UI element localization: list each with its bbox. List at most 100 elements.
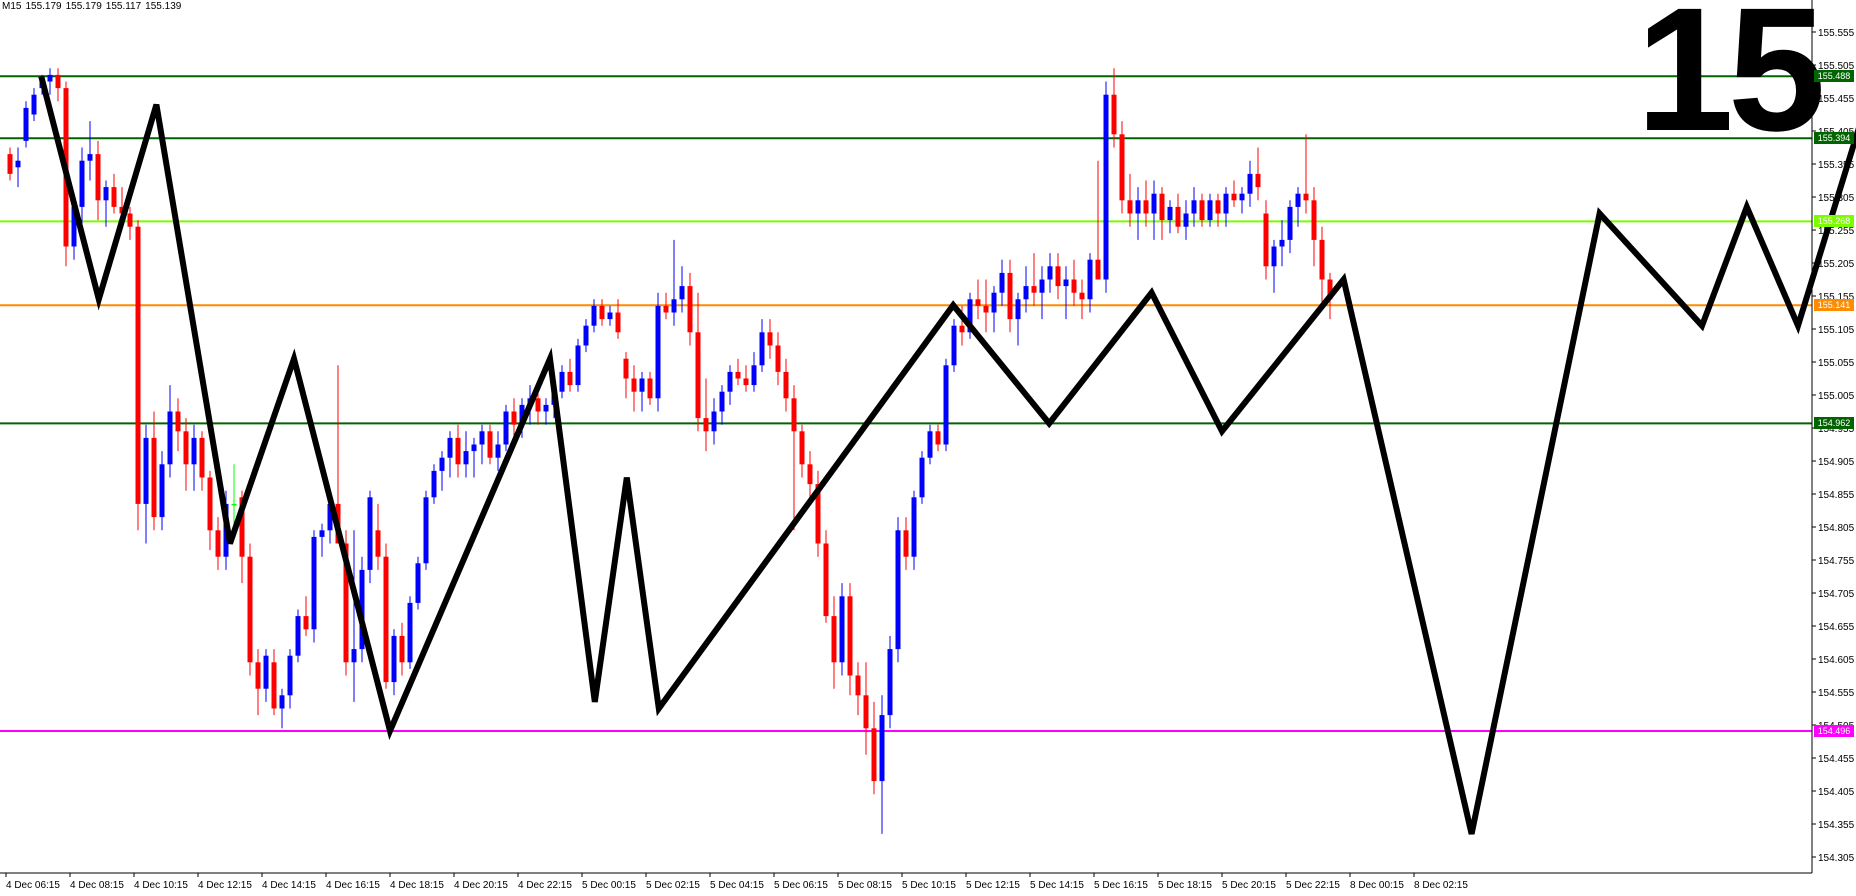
ohlc-high: 155.179 [65,1,102,12]
candle-body [1087,259,1093,300]
candle-body [15,160,21,168]
time-tick-label: 4 Dec 10:15 [134,880,188,891]
chart-window[interactable]: 155.555155.505155.455155.405155.355155.3… [0,0,1856,896]
candle-body [311,536,317,630]
candle-body [1215,200,1221,214]
candle-body [1135,200,1141,214]
price-tick-label: 155.355 [1818,160,1855,171]
time-tick-label: 5 Dec 04:15 [710,880,764,891]
candle-body [191,437,197,465]
candle-body [535,398,541,412]
candle-body [911,497,917,557]
candle-body [1111,94,1117,135]
time-tick-label: 4 Dec 14:15 [262,880,316,891]
candle-body [431,470,437,498]
time-tick-label: 8 Dec 02:15 [1414,880,1468,891]
candle-body [1071,279,1077,293]
candle-body [895,530,901,650]
candle-body [463,451,469,465]
candle-body [615,312,621,333]
candle-body [1287,206,1293,240]
time-tick-label: 4 Dec 06:15 [6,880,60,891]
candle-body [455,437,461,465]
ohlc-open: 155.179 [25,1,62,12]
candle-body [663,305,669,313]
candle-body [711,411,717,432]
time-tick-label: 5 Dec 06:15 [774,880,828,891]
candle-body [735,371,741,379]
candle-body [415,563,421,603]
candle-body [607,312,613,320]
candle-body [783,371,789,399]
candle-body [159,464,165,518]
level-price-tag: 155.488 [1814,70,1854,83]
candle-body [1207,200,1213,221]
candle-body [1319,239,1325,280]
candle-body [167,411,173,465]
price-chart[interactable]: 155.555155.505155.455155.405155.355155.3… [0,0,1856,896]
candle-body [991,292,997,313]
candle-body [591,305,597,326]
time-tick-label: 5 Dec 10:15 [902,880,956,891]
price-tick-label: 154.905 [1818,457,1855,468]
candle-body [263,655,269,689]
time-tick-label: 5 Dec 02:15 [646,880,700,891]
candle-body [255,662,261,689]
time-tick-label: 5 Dec 16:15 [1094,880,1148,891]
candle-body [31,94,37,115]
time-tick-label: 5 Dec 18:15 [1158,880,1212,891]
price-tick-label: 155.005 [1818,391,1855,402]
candle-body [1295,193,1301,207]
candle-body [1231,193,1237,201]
price-tick-label: 154.805 [1818,523,1855,534]
level-price-tag: 155.141 [1814,299,1854,312]
candle-body [479,431,485,445]
candle-body [23,107,29,141]
candle-body [287,655,293,696]
level-lines [0,75,1812,732]
candlesticks [7,68,1333,834]
time-tick-label: 5 Dec 14:15 [1030,880,1084,891]
candle-body [951,325,957,366]
timeframe-watermark: 15 [1636,0,1826,168]
candle-body [183,431,189,465]
level-price-tag: 154.962 [1814,417,1854,430]
candle-body [111,187,117,207]
time-tick-label: 4 Dec 08:15 [70,880,124,891]
candle-body [1303,193,1309,201]
candle-body [319,530,325,537]
candle-body [703,418,709,432]
candle-body [207,477,213,531]
candle-body [271,662,277,709]
candle-body [439,457,445,471]
candle-body [1167,206,1173,221]
candle-body [695,332,701,419]
candle-body [1279,239,1285,247]
candle-body [215,530,221,557]
price-tick-label: 154.355 [1818,820,1855,831]
candle-body [679,286,685,300]
candle-body [879,715,885,782]
candle-body [975,299,981,306]
candle-body [727,371,733,392]
candle-body [943,365,949,445]
candle-body [1103,94,1109,280]
zigzag-overlay [38,75,1856,835]
price-tick-label: 155.205 [1818,259,1855,270]
candle-body [87,154,93,161]
ohlc-readout: M15 155.179 155.179 155.117 155.139 [2,1,185,12]
candle-body [199,437,205,478]
candle-body [511,411,517,425]
candle-body [559,371,565,392]
candle-body [95,154,101,201]
candle-body [367,497,373,570]
candle-body [279,695,285,709]
candle-body [839,596,845,663]
candle-body [487,431,493,458]
candle-body [1199,200,1205,221]
candle-body [447,437,453,458]
candle-body [1191,200,1197,214]
candle-body [623,358,629,379]
candle-body [127,213,133,227]
candle-body [1183,213,1189,227]
